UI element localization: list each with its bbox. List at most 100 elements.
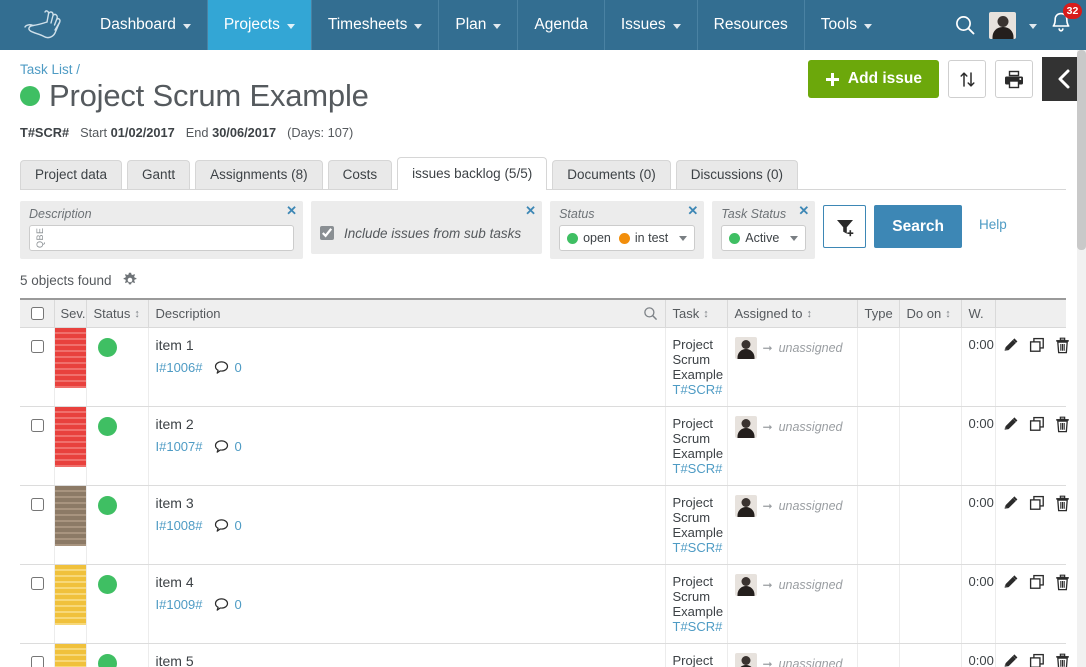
issue-title[interactable]: item 5	[156, 653, 658, 667]
pencil-icon[interactable]	[1003, 416, 1019, 435]
nav-item-projects[interactable]: Projects	[206, 0, 311, 50]
trash-icon[interactable]	[1055, 416, 1070, 436]
close-icon[interactable]: ✕	[798, 204, 809, 217]
add-filter-button[interactable]	[823, 205, 867, 248]
th-w[interactable]: W.	[961, 298, 996, 328]
issue-title[interactable]: item 4	[156, 574, 658, 590]
add-issue-button[interactable]: Add issue	[807, 60, 939, 98]
nav-item-resources[interactable]: Resources	[696, 0, 804, 50]
chevron-down-icon[interactable]	[286, 23, 295, 29]
close-icon[interactable]: ✕	[525, 204, 536, 217]
search-icon[interactable]	[643, 306, 658, 324]
task-id-link[interactable]: T#SCR#	[673, 461, 723, 476]
pencil-icon[interactable]	[1003, 653, 1019, 667]
search-icon[interactable]	[954, 14, 976, 36]
copy-icon[interactable]	[1029, 574, 1045, 593]
row-checkbox[interactable]	[31, 418, 44, 432]
table-row[interactable]: item 2 I#1007# 0 Project Scrum Example T…	[20, 406, 1069, 486]
tab-issues-backlog-5-5[interactable]: issues backlog (5/5)	[397, 157, 548, 190]
select-all-checkbox[interactable]	[31, 306, 44, 320]
issue-title[interactable]: item 1	[156, 337, 658, 353]
nav-item-timesheets[interactable]: Timesheets	[310, 0, 439, 50]
trash-icon[interactable]	[1055, 337, 1070, 357]
row-checkbox[interactable]	[31, 339, 44, 353]
trash-icon[interactable]	[1055, 653, 1070, 667]
search-button[interactable]: Search	[874, 205, 962, 248]
table-row[interactable]: item 3 I#1008# 0 Project Scrum Example T…	[20, 485, 1069, 565]
tab-documents-0[interactable]: Documents (0)	[552, 160, 671, 189]
table-row[interactable]: item 5 I#1010# 0 Project Scrum Example T…	[20, 643, 1069, 667]
tab-project-data[interactable]: Project data	[20, 160, 123, 189]
task-id-link[interactable]: T#SCR#	[673, 540, 723, 555]
copy-icon[interactable]	[1029, 337, 1045, 356]
issue-id-link[interactable]: I#1008#	[156, 518, 203, 533]
nav-item-tools[interactable]: Tools	[803, 0, 888, 50]
app-logo[interactable]	[0, 0, 84, 50]
sort-icon[interactable]: ↕	[806, 308, 812, 320]
task-id-link[interactable]: T#SCR#	[673, 619, 723, 634]
avatar[interactable]	[989, 11, 1016, 39]
row-checkbox[interactable]	[31, 497, 44, 511]
comments-count[interactable]: 0	[214, 360, 242, 375]
pencil-icon[interactable]	[1003, 495, 1019, 514]
sort-button[interactable]	[948, 60, 986, 98]
description-input[interactable]: QBE	[29, 225, 294, 251]
th-severity[interactable]: Sev.	[54, 298, 87, 328]
table-row[interactable]: item 4 I#1009# 0 Project Scrum Example T…	[20, 564, 1069, 644]
gear-icon[interactable]	[122, 272, 138, 288]
sort-icon[interactable]: ↕	[945, 308, 951, 320]
th-assigned-to[interactable]: Assigned to ↕	[727, 298, 858, 328]
th-description[interactable]: Description	[148, 298, 666, 328]
th-status[interactable]: Status ↕	[86, 298, 149, 328]
row-checkbox[interactable]	[31, 576, 44, 590]
th-type[interactable]: Type	[857, 298, 900, 328]
chevron-down-icon[interactable]	[790, 235, 799, 241]
tab-discussions-0[interactable]: Discussions (0)	[675, 160, 799, 189]
chevron-down-icon[interactable]	[182, 23, 191, 29]
task-status-select[interactable]: Active	[721, 225, 807, 251]
th-do-on[interactable]: Do on ↕	[899, 298, 962, 328]
copy-icon[interactable]	[1029, 416, 1045, 435]
row-checkbox[interactable]	[31, 655, 44, 667]
trash-icon[interactable]	[1055, 495, 1070, 515]
issue-title[interactable]: item 2	[156, 416, 658, 432]
include-subtasks-checkbox[interactable]	[320, 226, 334, 240]
th-task[interactable]: Task ↕	[665, 298, 728, 328]
print-button[interactable]	[995, 60, 1033, 98]
close-icon[interactable]: ✕	[687, 204, 698, 217]
scrollbar-thumb[interactable]	[1077, 50, 1086, 250]
pencil-icon[interactable]	[1003, 574, 1019, 593]
pencil-icon[interactable]	[1003, 337, 1019, 356]
issue-id-link[interactable]: I#1009#	[156, 597, 203, 612]
chevron-down-icon[interactable]	[672, 23, 681, 29]
nav-item-plan[interactable]: Plan	[438, 0, 517, 50]
issue-id-link[interactable]: I#1006#	[156, 360, 203, 375]
help-link[interactable]: Help	[979, 217, 1007, 232]
notifications-button[interactable]: 32	[1050, 3, 1082, 39]
tab-assignments-8[interactable]: Assignments (8)	[195, 160, 323, 189]
chevron-down-icon[interactable]	[679, 235, 688, 241]
tab-gantt[interactable]: Gantt	[127, 160, 191, 189]
task-id-link[interactable]: T#SCR#	[673, 382, 723, 397]
chevron-down-icon[interactable]	[414, 23, 423, 29]
chevron-down-icon[interactable]	[493, 23, 502, 29]
table-row[interactable]: item 1 I#1006# 0 Project Scrum Example T…	[20, 327, 1069, 407]
copy-icon[interactable]	[1029, 495, 1045, 514]
comments-count[interactable]: 0	[214, 439, 242, 454]
sort-icon[interactable]: ↕	[703, 308, 709, 320]
tab-costs[interactable]: Costs	[327, 160, 393, 189]
comments-count[interactable]: 0	[214, 597, 242, 612]
copy-icon[interactable]	[1029, 653, 1045, 667]
nav-item-issues[interactable]: Issues	[603, 0, 697, 50]
issue-id-link[interactable]: I#1007#	[156, 439, 203, 454]
chevron-down-icon[interactable]	[863, 23, 872, 29]
nav-item-dashboard[interactable]: Dashboard	[84, 0, 207, 50]
nav-item-agenda[interactable]: Agenda	[517, 0, 603, 50]
vertical-scrollbar[interactable]	[1077, 50, 1086, 667]
comments-count[interactable]: 0	[214, 518, 242, 533]
close-icon[interactable]: ✕	[286, 204, 297, 217]
issue-title[interactable]: item 3	[156, 495, 658, 511]
status-select[interactable]: open in test	[559, 225, 696, 251]
trash-icon[interactable]	[1055, 574, 1070, 594]
chevron-down-icon[interactable]	[1029, 23, 1037, 29]
